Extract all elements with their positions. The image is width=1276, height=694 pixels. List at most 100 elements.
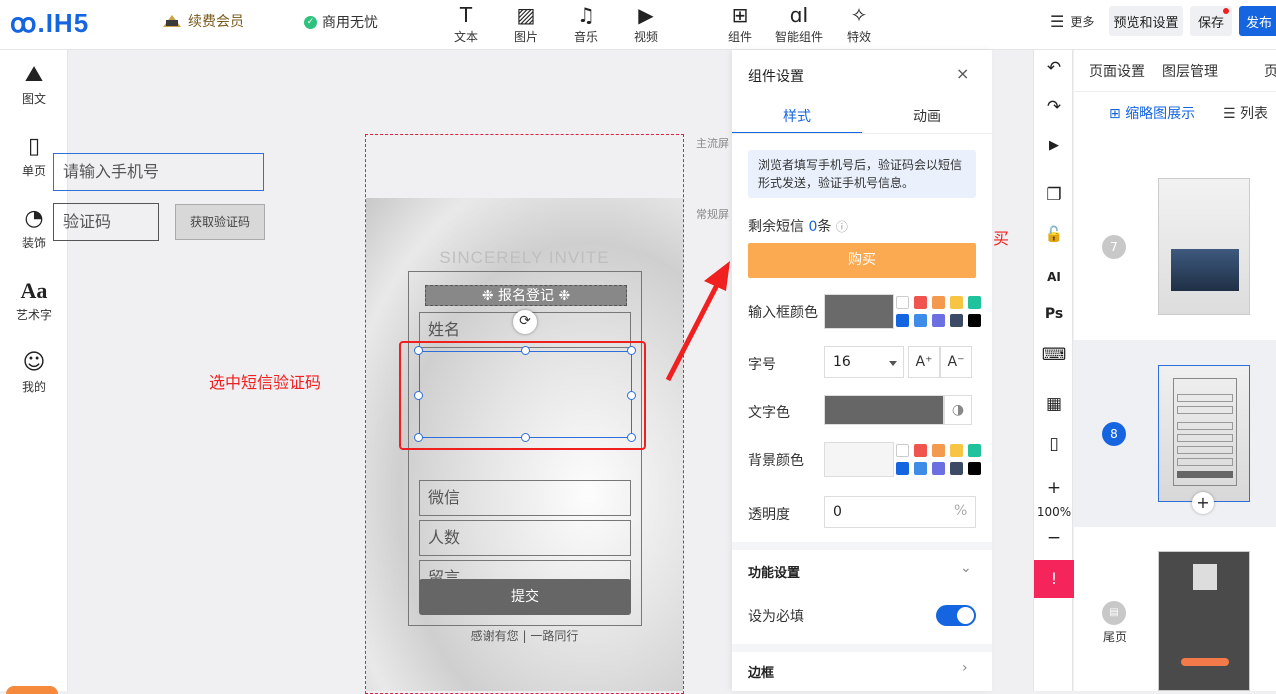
ps-icon[interactable]: Ps: [1034, 306, 1074, 322]
color-swatch[interactable]: [968, 314, 981, 327]
thumbnail-button: [1181, 658, 1229, 666]
thumbnail-image: [1193, 564, 1217, 590]
chevron-down-icon[interactable]: ⌄: [960, 560, 972, 576]
tab-layer-management[interactable]: 图层管理: [1162, 61, 1218, 81]
zoom-out-icon[interactable]: −: [1034, 528, 1074, 548]
panel-title: 组件设置: [748, 69, 804, 85]
color-swatch[interactable]: [950, 314, 963, 327]
renew-vip-button[interactable]: 续费会员: [162, 11, 244, 31]
page-thumbnail-7[interactable]: [1158, 178, 1250, 315]
close-icon[interactable]: ×: [956, 64, 969, 83]
rotate-icon[interactable]: ⟳: [513, 310, 537, 334]
function-settings-header[interactable]: 功能设置: [748, 562, 800, 581]
sidebar-item-mine[interactable]: ☺ 我的: [0, 348, 68, 395]
color-swatch[interactable]: [932, 314, 945, 327]
wechat-field[interactable]: 微信: [419, 480, 631, 516]
color-swatch[interactable]: [968, 462, 981, 475]
font-size-select[interactable]: 16: [824, 346, 904, 378]
preview-settings-button[interactable]: 预览和设置: [1109, 6, 1183, 36]
phone-input[interactable]: 请输入手机号: [53, 153, 264, 191]
add-page-icon[interactable]: +: [1192, 492, 1214, 514]
color-swatch[interactable]: [896, 462, 909, 475]
input-color-palette[interactable]: [896, 296, 981, 327]
required-toggle[interactable]: [936, 605, 976, 626]
page-thumbnail-end[interactable]: [1158, 551, 1250, 691]
color-swatch[interactable]: [896, 444, 909, 457]
redo-icon[interactable]: ↷: [1034, 97, 1074, 117]
component-tool-button[interactable]: ⊞ 组件: [716, 2, 764, 46]
alert-icon[interactable]: !: [1034, 560, 1074, 598]
sidebar-item-graphic[interactable]: ⛰ 图文: [0, 60, 68, 107]
sms-suffix: 条: [817, 219, 832, 235]
font-increase-button[interactable]: A⁺: [908, 346, 940, 378]
registration-title[interactable]: ❉ 报名登记 ❉: [425, 285, 627, 306]
color-swatch[interactable]: [932, 444, 945, 457]
color-swatch[interactable]: [914, 462, 927, 475]
color-swatch[interactable]: [968, 444, 981, 457]
color-swatch[interactable]: [896, 296, 909, 309]
sidebar-item-art-text[interactable]: Aa 艺术字: [0, 276, 68, 323]
color-swatch[interactable]: [968, 296, 981, 309]
tab-page-settings[interactable]: 页面设置: [1089, 61, 1145, 81]
ih5-logo[interactable]: ꝏ.IH5: [10, 8, 89, 39]
buy-button[interactable]: 购买: [748, 243, 976, 278]
bg-color-swatch[interactable]: [824, 442, 894, 477]
color-swatch[interactable]: [950, 444, 963, 457]
font-decrease-button[interactable]: A⁻: [940, 346, 972, 378]
color-swatch[interactable]: [932, 462, 945, 475]
help-icon[interactable]: ⓘ: [836, 220, 848, 234]
grid-icon[interactable]: ▦: [1034, 394, 1074, 414]
undo-icon[interactable]: ↶: [1034, 58, 1074, 78]
thanks-text[interactable]: 感谢有您 | 一路同行: [366, 627, 683, 644]
color-swatch[interactable]: [914, 314, 927, 327]
color-swatch[interactable]: [950, 296, 963, 309]
list-view-button[interactable]: ☰ 列表: [1223, 103, 1268, 123]
text-color-swatch[interactable]: [824, 395, 944, 425]
page-thumbnail-8[interactable]: [1158, 365, 1250, 502]
music-tool-button[interactable]: ♫ 音乐: [562, 2, 610, 46]
border-section-header[interactable]: 边框: [748, 662, 774, 681]
invite-title[interactable]: SINCERELY INVITE: [366, 248, 683, 268]
commercial-badge[interactable]: ✓ 商用无忧: [304, 12, 378, 32]
mobile-icon[interactable]: ▯: [1034, 434, 1074, 454]
color-swatch[interactable]: [950, 462, 963, 475]
publish-button[interactable]: 发布: [1239, 6, 1276, 36]
check-icon: ✓: [304, 15, 317, 29]
people-field[interactable]: 人数: [419, 520, 631, 556]
verification-code-input[interactable]: 验证码: [53, 203, 159, 241]
copy-icon[interactable]: ❐: [1034, 185, 1074, 205]
chevron-right-icon[interactable]: ›: [962, 660, 968, 676]
keyboard-icon[interactable]: ⌨: [1034, 345, 1074, 365]
sidebar-bottom-tab[interactable]: [6, 686, 58, 694]
color-picker-icon[interactable]: ◑: [944, 395, 972, 425]
tab-style[interactable]: 样式: [732, 106, 862, 134]
color-swatch[interactable]: [932, 296, 945, 309]
color-swatch[interactable]: [914, 444, 927, 457]
thumbnail-view-button[interactable]: ⊞ 缩略图展示: [1109, 103, 1195, 123]
effects-tool-button[interactable]: ✧ 特效: [835, 2, 883, 46]
end-page-icon[interactable]: ▤: [1102, 601, 1126, 625]
image-tool-label: 图片: [513, 30, 538, 44]
get-code-button[interactable]: 获取验证码: [175, 204, 265, 240]
save-button[interactable]: 保存: [1190, 6, 1232, 36]
play-icon[interactable]: ▶: [1034, 138, 1074, 153]
page-number-7[interactable]: 7: [1102, 235, 1126, 259]
submit-button[interactable]: 提交: [419, 579, 631, 615]
more-menu-button[interactable]: ☰ 更多: [1050, 12, 1094, 31]
color-swatch[interactable]: [914, 296, 927, 309]
bg-color-palette[interactable]: [896, 444, 981, 475]
zoom-in-icon[interactable]: +: [1034, 478, 1074, 498]
tab-animation[interactable]: 动画: [862, 106, 992, 134]
tab-pages[interactable]: 页: [1264, 61, 1276, 81]
thumbnail-field: [1177, 422, 1233, 430]
text-icon: T: [459, 3, 473, 27]
ai-icon[interactable]: AI: [1034, 270, 1074, 284]
unlock-icon[interactable]: 🔓: [1034, 225, 1074, 243]
page-number-8[interactable]: 8: [1102, 422, 1126, 446]
image-tool-button[interactable]: ▨ 图片: [502, 2, 550, 46]
color-swatch[interactable]: [896, 314, 909, 327]
input-color-swatch[interactable]: [824, 294, 894, 329]
video-tool-button[interactable]: ▶ 视频: [622, 2, 670, 46]
smart-component-tool-button[interactable]: ɑI 智能组件: [772, 2, 826, 46]
text-tool-button[interactable]: T 文本: [442, 2, 490, 46]
